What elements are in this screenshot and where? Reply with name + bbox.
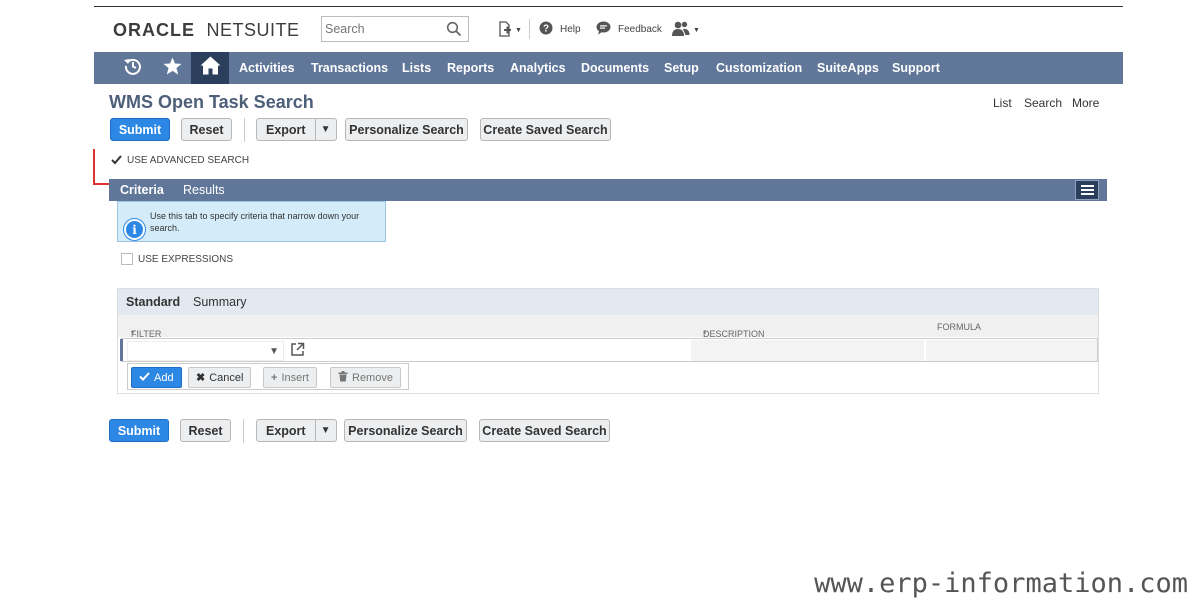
close-icon: ✖	[196, 372, 206, 384]
netsuite-logo[interactable]: ORACLE NETSUITE	[113, 20, 300, 41]
use-expressions-checkbox[interactable]	[121, 253, 133, 265]
submit-button-bottom[interactable]: Submit	[109, 419, 169, 442]
svg-text:?: ?	[543, 24, 549, 35]
info-icon: i	[124, 219, 145, 240]
tab-results[interactable]: Results	[183, 183, 225, 197]
use-advanced-search-checkbox[interactable]	[110, 154, 122, 166]
edit-row-indicator	[120, 339, 123, 361]
help-link[interactable]: ? Help	[539, 21, 581, 38]
remove-row-button[interactable]: Remove	[330, 367, 401, 388]
create-saved-search-button[interactable]: Create Saved Search	[480, 118, 611, 141]
plus-icon: +	[271, 371, 278, 384]
nav-documents[interactable]: Documents	[581, 61, 649, 75]
chevron-down-icon: ▼	[515, 27, 522, 34]
toolbar-divider	[244, 118, 245, 142]
user-role-menu[interactable]: ▼	[672, 21, 700, 39]
export-button[interactable]: Export ▼	[256, 118, 337, 141]
nav-suiteapps[interactable]: SuiteApps	[817, 61, 879, 75]
open-link-icon[interactable]	[290, 342, 305, 362]
add-label: Add	[154, 371, 174, 384]
tab-options-menu-icon[interactable]	[1075, 180, 1099, 200]
chevron-down-icon: ▼	[269, 346, 279, 357]
history-icon	[123, 56, 143, 81]
header-divider	[529, 19, 530, 39]
nav-lists[interactable]: Lists	[402, 61, 431, 75]
use-advanced-search-label: USE ADVANCED SEARCH	[127, 154, 250, 166]
home-icon	[200, 56, 221, 80]
reset-button-bottom[interactable]: Reset	[180, 419, 231, 442]
trash-icon	[338, 370, 348, 385]
watermark: www.erp-information.com	[814, 568, 1188, 599]
search-link[interactable]: Search	[1024, 96, 1062, 110]
subtab-summary[interactable]: Summary	[193, 295, 246, 309]
check-icon	[139, 371, 150, 384]
list-link[interactable]: List	[993, 96, 1012, 110]
users-icon	[672, 21, 690, 39]
shortcuts-button[interactable]	[153, 52, 191, 84]
search-tabs: Criteria Results	[109, 179, 1107, 201]
feedback-icon	[596, 21, 611, 38]
cancel-label: Cancel	[209, 371, 244, 384]
feedback-label: Feedback	[618, 24, 662, 35]
column-header-formula: FORMULA	[937, 322, 982, 332]
criteria-column-headers: FILTER * DESCRIPTION * FORMULA	[118, 315, 1098, 339]
nav-transactions[interactable]: Transactions	[311, 61, 388, 75]
global-search-input[interactable]	[322, 17, 442, 41]
personalize-search-button[interactable]: Personalize Search	[345, 118, 468, 141]
help-label: Help	[560, 24, 581, 35]
use-expressions-label: USE EXPRESSIONS	[138, 253, 234, 265]
export-dropdown-icon[interactable]: ▼	[316, 420, 336, 441]
reset-button[interactable]: Reset	[181, 118, 232, 141]
criteria-edit-row: ▼	[120, 338, 1098, 362]
nav-activities[interactable]: Activities	[239, 61, 295, 75]
subtab-standard[interactable]: Standard	[126, 295, 180, 309]
help-icon: ?	[539, 21, 553, 38]
cancel-row-button[interactable]: ✖ Cancel	[188, 367, 252, 388]
filter-select[interactable]: ▼	[127, 341, 284, 361]
star-icon	[163, 56, 182, 80]
row-action-buttons: Add ✖ Cancel + Insert Remove	[127, 363, 409, 390]
description-cell[interactable]	[691, 340, 924, 361]
insert-label: Insert	[281, 371, 309, 384]
chevron-down-icon: ▼	[693, 26, 700, 34]
recent-records-button[interactable]	[114, 52, 152, 84]
logo-oracle: ORACLE	[113, 20, 195, 40]
create-new-menu[interactable]: ▼	[498, 21, 522, 40]
criteria-panel: Standard Summary FILTER * DESCRIPTION * FO…	[117, 288, 1099, 394]
nav-customization[interactable]: Customization	[716, 61, 802, 75]
new-record-icon	[498, 21, 512, 40]
submit-button[interactable]: Submit	[110, 118, 170, 141]
global-search	[321, 16, 469, 42]
insert-row-button[interactable]: + Insert	[263, 367, 317, 388]
criteria-help-tooltip: i Use this tab to specify criteria that …	[117, 201, 386, 242]
use-advanced-search-option: USE ADVANCED SEARCH	[110, 154, 249, 166]
criteria-help-text: Use this tab to specify criteria that na…	[150, 211, 360, 233]
page-title: WMS Open Task Search	[109, 92, 314, 112]
use-expressions-option: USE EXPRESSIONS	[121, 253, 233, 265]
main-navbar: Activities Transactions Lists Reports An…	[94, 52, 1123, 84]
remove-label: Remove	[352, 371, 393, 384]
criteria-subtabs: Standard Summary	[118, 289, 1098, 315]
nav-reports[interactable]: Reports	[447, 61, 494, 75]
nav-analytics[interactable]: Analytics	[510, 61, 566, 75]
annotation-marker	[93, 149, 95, 185]
more-link[interactable]: More	[1072, 96, 1099, 110]
home-button[interactable]	[191, 52, 229, 84]
export-dropdown-icon[interactable]: ▼	[316, 119, 336, 140]
create-saved-search-button-bottom[interactable]: Create Saved Search	[479, 419, 610, 442]
export-label: Export	[257, 119, 316, 140]
tab-criteria[interactable]: Criteria	[120, 183, 164, 197]
personalize-search-button-bottom[interactable]: Personalize Search	[344, 419, 467, 442]
logo-netsuite: NETSUITE	[206, 20, 300, 40]
feedback-link[interactable]: Feedback	[596, 21, 662, 38]
formula-cell[interactable]	[926, 340, 1097, 361]
add-row-button[interactable]: Add	[131, 367, 182, 388]
search-icon[interactable]	[446, 21, 462, 42]
nav-support[interactable]: Support	[892, 61, 940, 75]
toolbar-divider	[243, 419, 244, 443]
export-label: Export	[257, 420, 316, 441]
nav-setup[interactable]: Setup	[664, 61, 699, 75]
export-button-bottom[interactable]: Export ▼	[256, 419, 337, 442]
header: ORACLE NETSUITE ▼ ? Help Feedback ▼	[94, 7, 1123, 52]
